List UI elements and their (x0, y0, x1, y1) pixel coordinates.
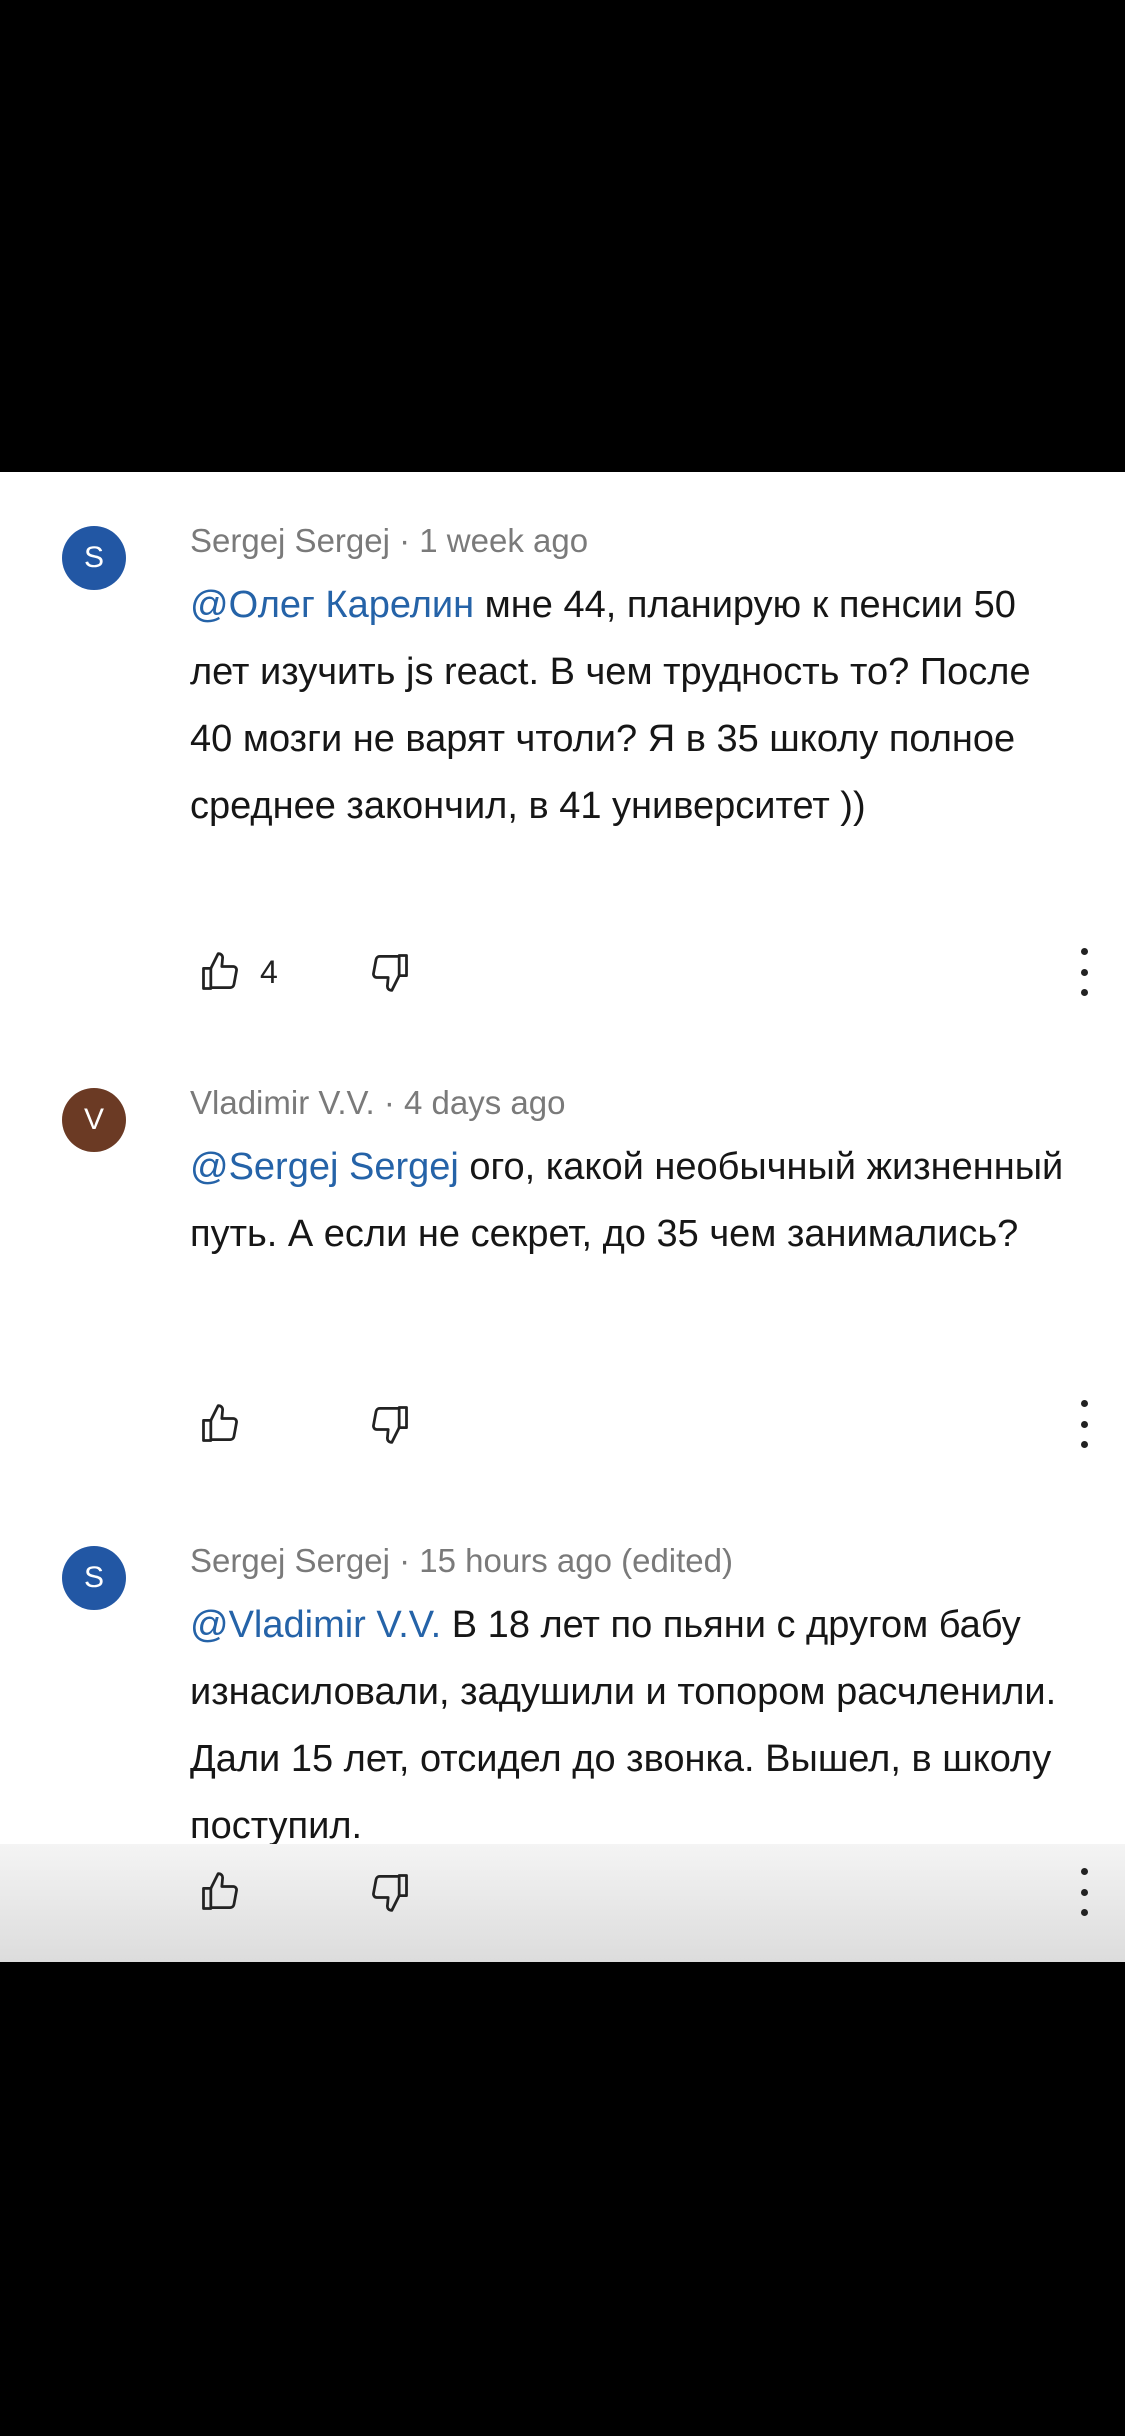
comment-meta: Sergej Sergej · 15 hours ago (edited) (190, 1542, 733, 1580)
comment-actions (190, 1394, 1088, 1454)
comment-meta: Vladimir V.V. · 4 days ago (190, 1084, 565, 1122)
comment-time: 1 week ago (419, 522, 589, 559)
comments-panel: S Sergej Sergej · 1 week ago @Олег Карел… (0, 472, 1125, 1962)
thumbs-up-icon[interactable] (198, 950, 242, 994)
comment-author[interactable]: Vladimir V.V. (190, 1084, 375, 1121)
comment-author[interactable]: Sergej Sergej (190, 1542, 390, 1579)
comment-author[interactable]: Sergej Sergej (190, 522, 390, 559)
thumbs-down-icon[interactable] (368, 1870, 412, 1914)
avatar[interactable]: S (62, 526, 126, 590)
comment-text: @Sergej Sergej ого, какой необычный жизн… (190, 1134, 1070, 1268)
thumbs-down-icon[interactable] (368, 950, 412, 994)
avatar[interactable]: S (62, 1546, 126, 1610)
mention-link[interactable]: @Олег Карелин (190, 584, 474, 626)
like-count: 4 (260, 954, 278, 990)
meta-separator: · (374, 1084, 404, 1121)
thumbs-up-icon[interactable] (198, 1402, 242, 1446)
thumbs-down-icon[interactable] (368, 1402, 412, 1446)
thumbs-up-icon[interactable] (198, 1870, 242, 1914)
comment-text: @Vladimir V.V. В 18 лет по пьяни с друго… (190, 1592, 1070, 1860)
more-vert-icon[interactable] (1072, 948, 1096, 996)
comment-time: 4 days ago (404, 1084, 566, 1121)
avatar-letter: S (83, 541, 104, 574)
comment-meta: Sergej Sergej · 1 week ago (190, 522, 588, 560)
mention-link[interactable]: @Sergej Sergej (190, 1146, 459, 1188)
more-vert-icon[interactable] (1072, 1400, 1096, 1448)
meta-separator: · (389, 1542, 420, 1579)
comment-actions: 4 (190, 942, 1088, 1002)
comment-actions (190, 1862, 1088, 1922)
more-vert-icon[interactable] (1072, 1868, 1096, 1916)
avatar-letter: V (83, 1103, 104, 1136)
comment-time: 15 hours ago (edited) (419, 1542, 733, 1579)
avatar-letter: S (83, 1561, 104, 1594)
avatar[interactable]: V (62, 1088, 126, 1152)
mention-link[interactable]: @Vladimir V.V. (190, 1604, 441, 1646)
meta-separator: · (389, 522, 420, 559)
comment-text: @Олег Карелин мне 44, планирую к пенсии … (190, 572, 1070, 840)
